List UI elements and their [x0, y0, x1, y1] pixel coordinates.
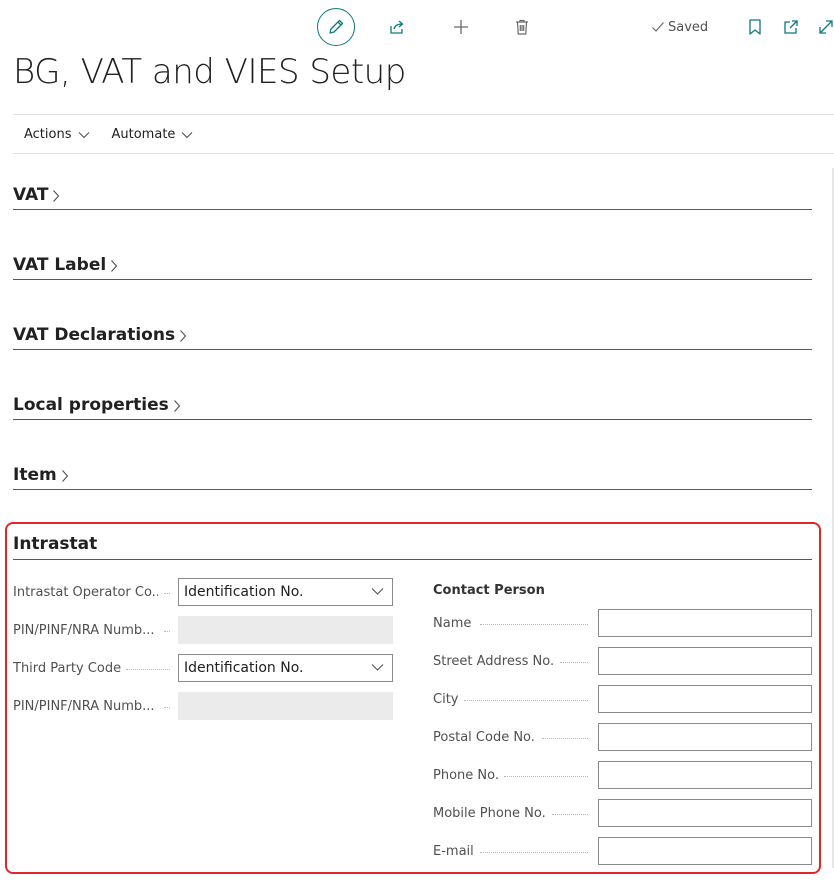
- open-new-window-button[interactable]: [780, 16, 802, 38]
- leader-dots: [504, 776, 588, 777]
- section-vat-label[interactable]: VAT Label: [13, 252, 812, 280]
- operator-code-label: Intrastat Operator Co...: [13, 585, 158, 600]
- third-party-label: Third Party Code: [13, 661, 122, 676]
- mobile-phone-input[interactable]: [598, 799, 812, 827]
- page-toolbar: Saved: [0, 0, 834, 56]
- mobile-phone-label: Mobile Phone No.: [433, 806, 546, 821]
- share-button[interactable]: [386, 16, 408, 38]
- section-vat-label-title: VAT Label: [13, 255, 107, 275]
- leader-dots: [560, 662, 588, 663]
- chevron-right-icon: [173, 400, 180, 412]
- edit-button[interactable]: [317, 8, 355, 46]
- third-party-select[interactable]: Identification No.: [178, 654, 393, 682]
- leader-dots: [164, 631, 170, 632]
- pin-field-1: [178, 616, 393, 644]
- leader-dots: [480, 852, 588, 853]
- operator-code-select[interactable]: Identification No.: [178, 578, 393, 606]
- leader-dots: [480, 624, 588, 625]
- leader-dots: [126, 669, 170, 670]
- postal-code-label: Postal Code No.: [433, 730, 535, 745]
- leader-dots: [164, 593, 170, 594]
- section-vat[interactable]: VAT: [13, 182, 812, 210]
- city-label: City: [433, 692, 459, 707]
- expand-button[interactable]: [816, 16, 834, 38]
- chevron-right-icon: [53, 190, 60, 202]
- leader-dots: [164, 707, 170, 708]
- section-item[interactable]: Item: [13, 462, 812, 490]
- postal-code-input[interactable]: [598, 723, 812, 751]
- chevron-right-icon: [180, 330, 187, 342]
- actions-label: Actions: [24, 126, 72, 142]
- email-input[interactable]: [598, 837, 812, 865]
- chevron-right-icon: [61, 470, 68, 482]
- expand-icon: [819, 20, 833, 34]
- chevron-down-icon: [371, 588, 384, 595]
- third-party-value: Identification No.: [184, 660, 304, 676]
- section-item-title: Item: [13, 465, 57, 485]
- delete-icon: [516, 19, 528, 35]
- chevron-down-icon: [78, 131, 89, 138]
- plus-icon: [454, 20, 468, 34]
- phone-label: Phone No.: [433, 768, 499, 783]
- open-new-window-icon: [784, 20, 798, 34]
- leader-dots: [542, 738, 588, 739]
- section-vat-title: VAT: [13, 185, 49, 205]
- email-label: E-mail: [433, 844, 474, 859]
- section-vat-declarations[interactable]: VAT Declarations: [13, 322, 812, 350]
- city-input[interactable]: [598, 685, 812, 713]
- bookmark-icon: [749, 19, 761, 35]
- leader-dots: [552, 814, 588, 815]
- section-intrastat-title: Intrastat: [13, 534, 98, 554]
- check-icon: [652, 22, 664, 32]
- section-vat-declarations-title: VAT Declarations: [13, 325, 176, 345]
- pin-label-1: PIN/PINF/NRA Numb...: [13, 623, 155, 638]
- share-icon: [390, 20, 404, 34]
- street-address-label: Street Address No.: [433, 654, 555, 669]
- new-button[interactable]: [450, 16, 472, 38]
- page-title: BG, VAT and VIES Setup: [13, 52, 406, 92]
- actions-menu[interactable]: Actions: [13, 127, 101, 142]
- saved-label: Saved: [668, 19, 709, 35]
- leader-dots: [464, 700, 588, 701]
- section-intrastat[interactable]: Intrastat: [13, 532, 812, 560]
- operator-code-value: Identification No.: [184, 584, 304, 600]
- pin-field-2: [178, 692, 393, 720]
- automate-menu[interactable]: Automate: [101, 127, 205, 142]
- bookmark-button[interactable]: [745, 16, 765, 38]
- delete-button[interactable]: [511, 16, 533, 38]
- chevron-right-icon: [111, 260, 118, 272]
- pin-label-2: PIN/PINF/NRA Numb...: [13, 699, 155, 714]
- contact-name-input[interactable]: [598, 609, 812, 637]
- action-bar: Actions Automate: [13, 114, 834, 154]
- section-local-properties-title: Local properties: [13, 395, 169, 415]
- phone-input[interactable]: [598, 761, 812, 789]
- section-local-properties[interactable]: Local properties: [13, 392, 812, 420]
- chevron-down-icon: [182, 131, 193, 138]
- contact-name-label: Name: [433, 616, 472, 631]
- automate-label: Automate: [111, 126, 176, 142]
- contact-person-title: Contact Person: [433, 583, 545, 598]
- edit-icon: [329, 19, 344, 34]
- chevron-down-icon: [371, 664, 384, 671]
- saved-status: Saved: [651, 17, 708, 37]
- street-address-input[interactable]: [598, 647, 812, 675]
